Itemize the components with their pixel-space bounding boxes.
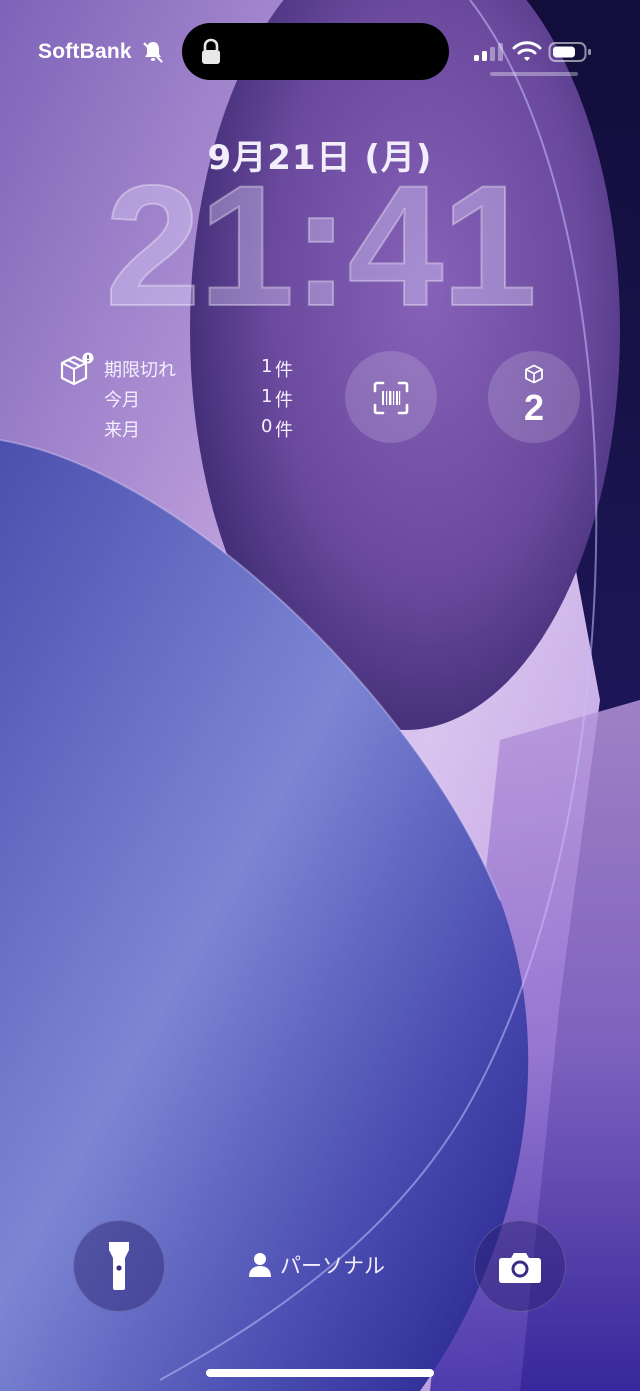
wifi-icon — [512, 41, 542, 61]
package-count-widget[interactable]: 2 — [488, 351, 580, 443]
row-unit: 件 — [275, 390, 293, 411]
package-icon — [60, 352, 94, 386]
cellular-signal-icon — [474, 43, 503, 61]
row-count: 1 — [261, 386, 273, 407]
notification-indicator — [490, 72, 578, 76]
row-label: 今月 — [104, 390, 140, 411]
list-row: 期限切れ 1 件 — [104, 356, 304, 386]
box-icon — [525, 364, 543, 384]
list-row: 来月 0 件 — [104, 416, 304, 446]
row-count: 1 — [261, 356, 273, 377]
row-label: 来月 — [104, 420, 140, 441]
carrier-label: SoftBank — [38, 40, 132, 63]
camera-button[interactable] — [474, 1220, 566, 1312]
focus-label: パーソナル — [280, 1254, 385, 1278]
status-bar: SoftBank — [0, 0, 640, 100]
row-unit: 件 — [275, 360, 293, 381]
row-unit: 件 — [275, 420, 293, 441]
camera-icon — [499, 1253, 541, 1283]
list-row: 今月 1 件 — [104, 386, 304, 416]
battery-icon — [548, 42, 591, 62]
dynamic-island — [182, 23, 449, 80]
lock-icon — [202, 38, 220, 64]
row-count: 0 — [261, 416, 273, 437]
expiry-list-widget[interactable]: 期限切れ 1 件 今月 1 件 来月 0 件 — [58, 352, 308, 452]
lock-screen-time: 21:41 — [104, 150, 538, 342]
row-label: 期限切れ — [104, 360, 176, 381]
flashlight-button[interactable] — [73, 1220, 165, 1312]
package-count: 2 — [523, 387, 545, 428]
home-indicator[interactable] — [206, 1369, 434, 1377]
barcode-scan-icon — [373, 381, 409, 415]
person-icon — [249, 1253, 271, 1277]
barcode-scan-widget[interactable] — [345, 351, 437, 443]
bell-slash-icon — [143, 42, 163, 63]
flashlight-icon — [109, 1242, 129, 1290]
